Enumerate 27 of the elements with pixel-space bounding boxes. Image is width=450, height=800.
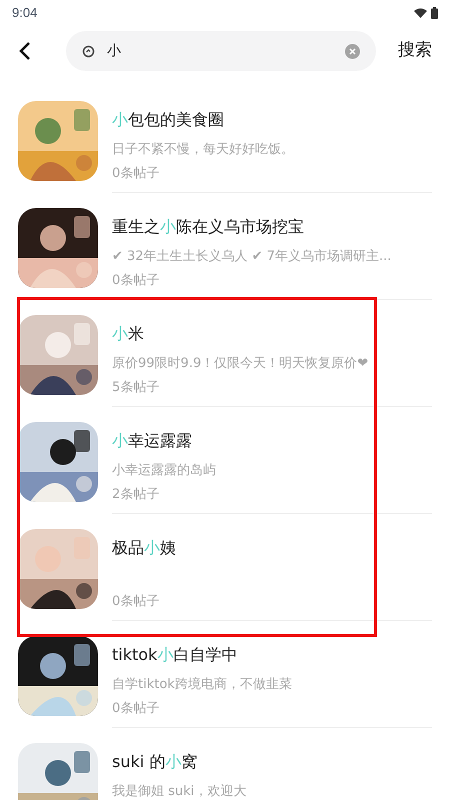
result-title[interactable]: 小包包的美食圈 [112, 108, 224, 132]
result-description: 原价99限时9.9！仅限今天！明天恢复原价❤ [112, 355, 368, 372]
post-count: 5条帖子 [112, 379, 160, 397]
result-description: ✔ 32年土生土长义乌人 ✔ 7年义乌市场调研主... [112, 248, 392, 265]
search-input[interactable]: 小 [107, 40, 333, 62]
result-description: 小幸运露露的岛屿 [112, 462, 216, 479]
result-description: 日子不紧不慢，每天好好吃饭。 [112, 141, 294, 158]
status-time: 9:04 [12, 4, 38, 22]
back-icon [19, 41, 31, 61]
result-title[interactable]: 小米 [112, 322, 144, 346]
post-count: 0条帖子 [112, 593, 160, 611]
post-count: 2条帖子 [112, 486, 160, 504]
wifi-icon [414, 8, 427, 18]
result-title[interactable]: suki 的小窝 [112, 750, 198, 774]
post-count: 0条帖子 [112, 700, 160, 718]
result-title[interactable]: 小幸运露露 [112, 429, 192, 453]
result-description: 自学tiktok跨境电商，不做韭菜 [112, 676, 292, 693]
result-title[interactable]: tiktok小白自学中 [112, 643, 238, 667]
result-description: 我是御姐 suki，欢迎大 [112, 783, 246, 800]
result-title[interactable]: 极品小姨 [112, 536, 176, 560]
result-title[interactable]: 重生之小陈在义乌市场挖宝 [112, 215, 304, 239]
post-count: 0条帖子 [112, 165, 160, 183]
search-field[interactable]: 小 [66, 31, 376, 71]
search-button[interactable]: 搜索 [398, 38, 432, 64]
post-count: 0条帖子 [112, 272, 160, 290]
search-icon [82, 44, 95, 58]
battery-icon [431, 7, 438, 19]
